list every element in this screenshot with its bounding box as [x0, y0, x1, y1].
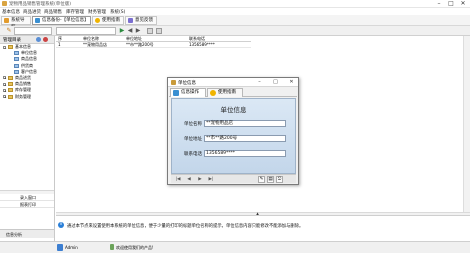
toolbar-combo-2[interactable]: [56, 27, 116, 35]
last-record-button[interactable]: ▶|: [207, 176, 215, 183]
toolbar-guide-button[interactable]: 使用指南: [92, 16, 124, 25]
form-heading: 单位信息: [220, 106, 247, 114]
toolbar-action-icon[interactable]: [147, 28, 153, 34]
unit-name-label: 单位名称: [184, 122, 202, 127]
expand-toggle-icon[interactable]: +: [3, 95, 7, 99]
tab-user-guide[interactable]: 使用指南: [207, 88, 243, 97]
toolbar-backup-label: 信息备份-【单位信息】: [42, 18, 89, 23]
expand-toggle-icon[interactable]: +: [3, 76, 7, 80]
expand-toggle-icon[interactable]: +: [3, 82, 7, 86]
feedback-icon: [128, 18, 133, 23]
cell-index: 1: [58, 42, 61, 47]
dialog-close-button[interactable]: ✕: [286, 78, 297, 87]
toolbar-feedback-label: 意见反馈: [135, 18, 153, 23]
left-panel-header: 管理目录: [0, 36, 54, 44]
dialog-maximize-button[interactable]: □: [270, 78, 281, 87]
menu-bar: 基本信息 商品进货 商品销售 库存管理 财务管理 系统(S): [0, 8, 470, 15]
left-panel: 管理目录 − 基本信息 单位信息 商品信息 供货商 客户信息 + 商品进货 + …: [0, 36, 55, 241]
left-panel-bottom-list: 录入窗口 报表打印: [0, 194, 54, 208]
toolbar-guide-label: 使用指南: [102, 18, 120, 23]
dialog-app-icon: [171, 80, 176, 85]
record-navigator: |◀ ◀ ▶ ▶| ✎ ▤ ⎋: [171, 174, 296, 183]
maximize-button[interactable]: □: [445, 0, 457, 8]
navigation-tree: − 基本信息 单位信息 商品信息 供货商 客户信息 + 商品进货 + 商品销售 …: [0, 44, 54, 100]
unit-address-label: 单位地址: [184, 137, 202, 142]
message-panel: i 通过本节点来设置使用本系统的单位信息，便于少量的打印的标题单位名称的提示，单…: [56, 215, 470, 235]
help-icon: [210, 90, 216, 96]
folder-icon: [8, 45, 13, 49]
cell-unit-name: **宠物用品店: [83, 42, 107, 47]
toolbar-print-icon[interactable]: [156, 28, 162, 34]
report-print-item[interactable]: 报表打印: [0, 201, 54, 208]
info-icon: i: [58, 222, 64, 228]
exit-icon[interactable]: ⎋: [276, 176, 283, 183]
expand-toggle-icon[interactable]: +: [3, 88, 7, 92]
help-icon: [95, 18, 100, 23]
tab-info-operation[interactable]: 信息操作: [170, 88, 206, 97]
cell-unit-address: **市**路200号: [126, 42, 154, 47]
refresh-icon[interactable]: [36, 37, 41, 42]
welcome-message: 欢迎使用我们的产品!: [116, 245, 154, 250]
folder-icon: [8, 88, 13, 93]
left-panel-title: 管理目录: [3, 38, 21, 43]
folder-icon: [8, 94, 13, 99]
next-icon[interactable]: ▶: [135, 28, 141, 34]
unit-name-field[interactable]: **宠物用品店: [204, 120, 286, 127]
document-icon: [14, 63, 19, 68]
pin-icon[interactable]: [43, 37, 48, 42]
status-icon: [110, 244, 114, 250]
document-icon: [14, 51, 19, 56]
toolbar-combo-1[interactable]: [14, 27, 52, 35]
first-record-button[interactable]: |◀: [174, 176, 182, 183]
home-icon: [4, 18, 9, 23]
toolbar-nav-button[interactable]: 系统导航: [1, 16, 31, 30]
phone-label: 联系电话: [184, 152, 202, 157]
tree-node-finance[interactable]: + 财务管理: [0, 94, 54, 100]
status-bar: Admin 欢迎使用我们的产品!: [0, 241, 470, 253]
table-row[interactable]: 1 **宠物用品店 **市**路200号 1356589****: [56, 42, 251, 48]
grid-scrollbar[interactable]: [463, 36, 470, 214]
current-user: Admin: [65, 245, 78, 250]
print-icon[interactable]: ▤: [267, 176, 274, 183]
dialog-titlebar: 单位信息 – □ ✕: [168, 78, 298, 87]
backup-icon: [35, 18, 40, 23]
pencil-icon[interactable]: ✎: [6, 28, 12, 34]
folder-icon: [8, 82, 13, 87]
secondary-toolbar: ✎ ▶ ◀ ▶: [0, 26, 470, 36]
next-record-button[interactable]: ▶: [196, 176, 204, 183]
play-icon[interactable]: ▶: [119, 28, 125, 34]
phone-field[interactable]: 1356589****: [204, 150, 286, 157]
cell-phone: 1356589****: [189, 42, 215, 47]
help-message: 通过本节点来设置使用本系统的单位信息，便于少量的打印的标题单位名称的提示，单位信…: [67, 224, 304, 229]
app-icon: [2, 1, 7, 6]
operation-icon: [173, 90, 179, 96]
window-title: 宠物用品销售管理系统(单位版): [9, 2, 72, 7]
info-analysis-tab[interactable]: 信息分析: [0, 229, 54, 238]
save-icon[interactable]: ✎: [258, 176, 265, 183]
entry-window-item[interactable]: 录入窗口: [0, 194, 54, 201]
collapse-toggle-icon[interactable]: −: [3, 45, 7, 49]
toolbar-feedback-button[interactable]: 意见反馈: [125, 16, 157, 25]
main-toolbar: 系统导航 信息备份-【单位信息】 使用指南 意见反馈: [0, 15, 470, 30]
user-icon: [57, 244, 63, 251]
document-icon: [14, 57, 19, 62]
dialog-form: 单位信息 单位名称 **宠物用品店 单位地址 **市**路200号 联系电话 1…: [171, 98, 296, 174]
minimize-button[interactable]: –: [433, 0, 445, 8]
unit-info-dialog: 单位信息 – □ ✕ 信息操作 使用指南 单位信息 单位名称 **宠物用品店 单…: [167, 77, 299, 185]
dialog-title: 单位信息: [178, 81, 196, 86]
prev-record-button[interactable]: ◀: [185, 176, 193, 183]
folder-icon: [8, 75, 13, 80]
document-icon: [14, 69, 19, 74]
toolbar-backup-button[interactable]: 信息备份-【单位信息】: [32, 16, 91, 25]
unit-address-field[interactable]: **市**路200号: [204, 135, 286, 142]
dialog-tabs: 信息操作 使用指南: [169, 88, 297, 97]
close-button[interactable]: ✕: [457, 0, 469, 8]
prev-icon[interactable]: ◀: [127, 28, 133, 34]
dialog-minimize-button[interactable]: –: [254, 78, 265, 87]
window-titlebar: 宠物用品销售管理系统(单位版) – □ ✕: [0, 0, 470, 8]
